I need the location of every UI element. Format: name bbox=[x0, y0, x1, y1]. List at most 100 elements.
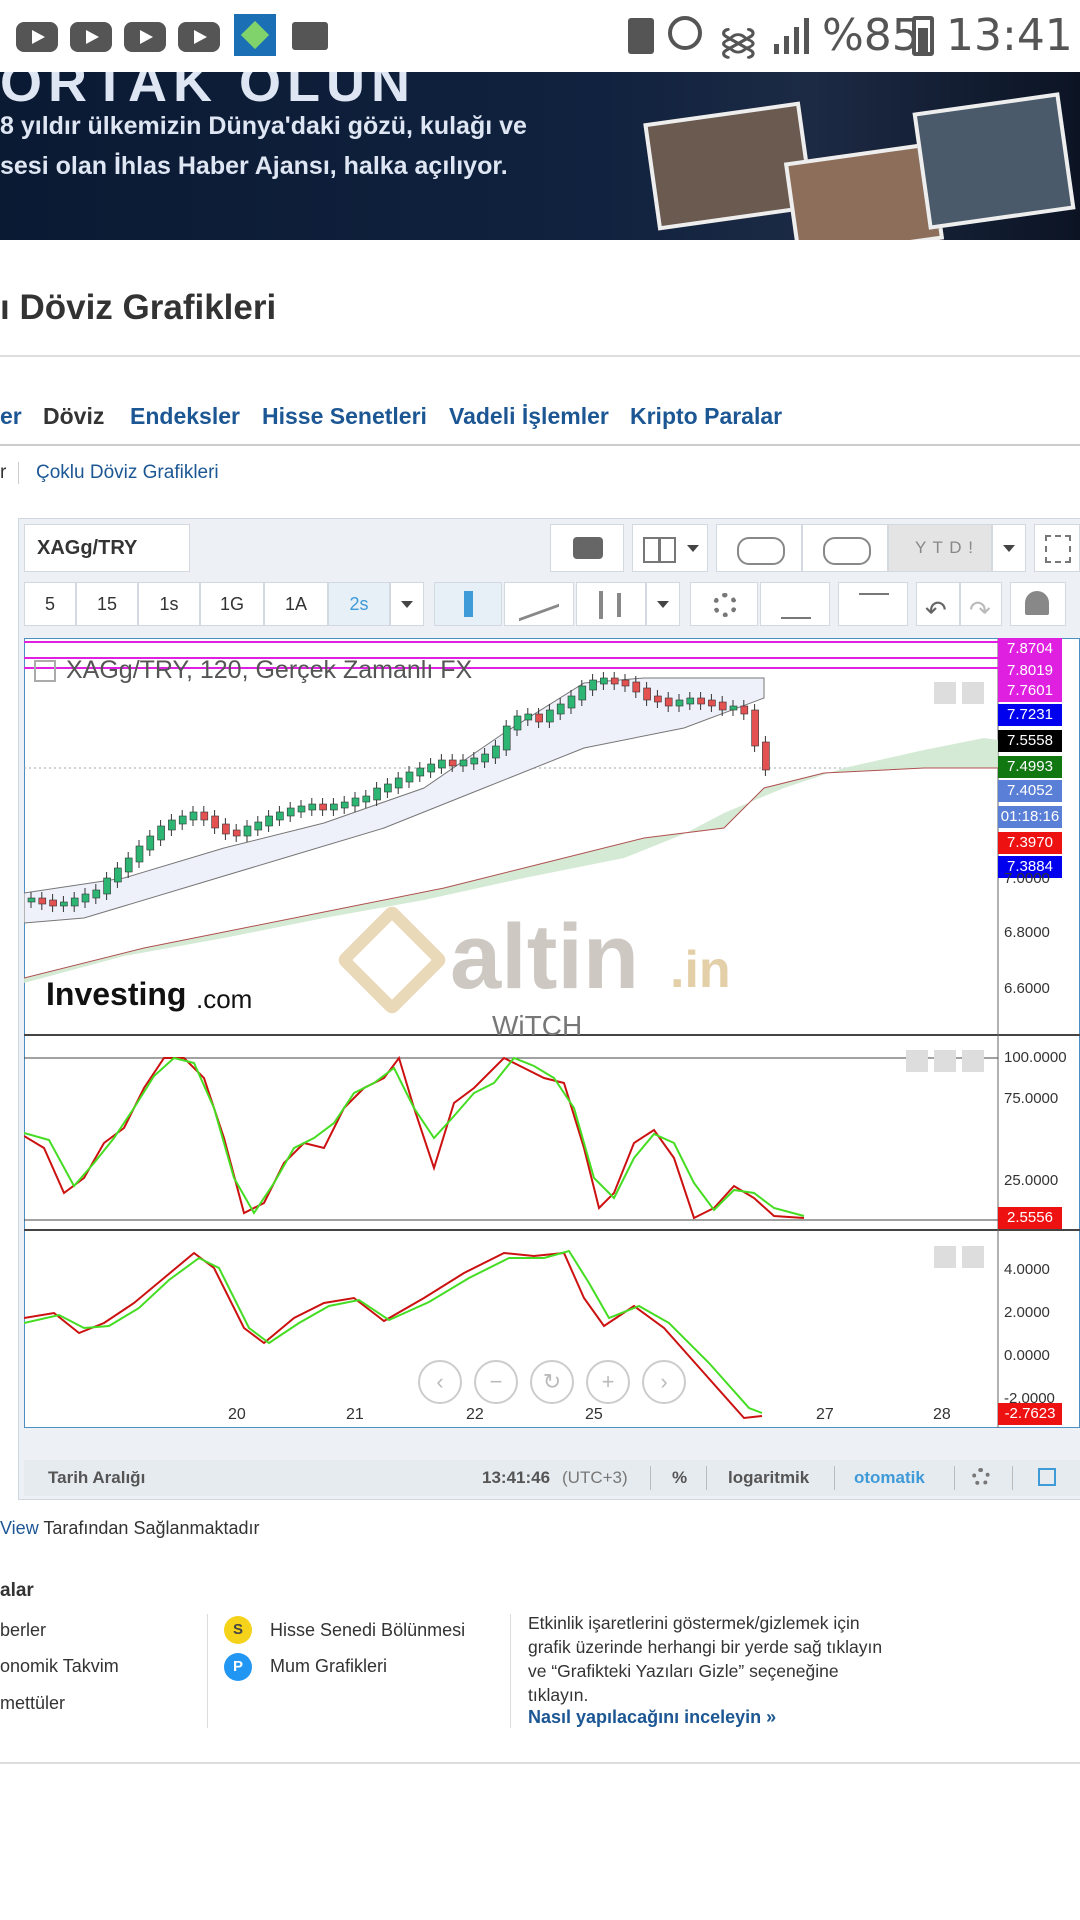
chevron-down-icon bbox=[1003, 545, 1015, 552]
candle bbox=[286, 807, 295, 817]
redo-button[interactable]: ↷ bbox=[960, 582, 1002, 626]
howto-link[interactable]: Nasıl yapılacağını inceleyin » bbox=[528, 1707, 776, 1728]
log-toggle[interactable]: logaritmik bbox=[728, 1468, 809, 1488]
divider bbox=[0, 444, 1080, 446]
gear-icon[interactable] bbox=[972, 1468, 990, 1486]
date-range-button[interactable]: Tarih Aralığı bbox=[48, 1468, 145, 1488]
banner-heading-fragment: ORTAK OLUN bbox=[0, 72, 416, 113]
info-text-line: grafik üzerinde herhangi bir yerde sağ t… bbox=[528, 1637, 883, 1657]
indicators-button[interactable] bbox=[760, 582, 830, 626]
legend-stock-split[interactable]: Hisse Senedi Bölünmesi bbox=[270, 1620, 465, 1641]
divider bbox=[0, 355, 1080, 357]
fullscreen-button[interactable] bbox=[1034, 524, 1080, 572]
settings-button[interactable] bbox=[690, 582, 758, 626]
interval-5[interactable]: 5 bbox=[24, 582, 76, 626]
wifi-icon: ᯼ bbox=[718, 19, 759, 63]
candle bbox=[92, 889, 101, 899]
pane-up-icon[interactable] bbox=[934, 1246, 956, 1268]
interval-1g[interactable]: 1G bbox=[200, 582, 264, 626]
divider bbox=[0, 1762, 1080, 1764]
subnav-prev-link[interactable]: r bbox=[0, 462, 6, 484]
interval-1a[interactable]: 1A bbox=[264, 582, 328, 626]
bollinger-band bbox=[24, 677, 765, 924]
candle bbox=[762, 741, 770, 771]
legend-economic-calendar[interactable]: onomik Takvim bbox=[0, 1656, 119, 1677]
candle bbox=[524, 713, 533, 721]
screenshot-button[interactable] bbox=[550, 524, 624, 572]
nav-tab-endeksler[interactable]: Endeksler bbox=[130, 403, 240, 430]
fullscreen-icon[interactable] bbox=[1038, 1468, 1056, 1486]
youtube-notification-icon bbox=[178, 22, 220, 52]
candle bbox=[340, 801, 349, 809]
nav-tab-hisse-senetleri[interactable]: Hisse Senetleri bbox=[262, 403, 427, 430]
candle bbox=[513, 715, 522, 731]
candle bbox=[297, 805, 306, 813]
ad-banner[interactable]: ORTAK OLUN 8 yıldır ülkemizin Dünya'daki… bbox=[0, 72, 1080, 240]
nav-tab-kripto-paralar[interactable]: Kripto Paralar bbox=[630, 403, 782, 430]
legend-dividends[interactable]: mettüler bbox=[0, 1693, 65, 1714]
legend-news[interactable]: berler bbox=[0, 1620, 46, 1641]
layout-button[interactable] bbox=[632, 524, 708, 572]
interval-dropdown[interactable] bbox=[390, 582, 424, 626]
scroll-right-icon[interactable]: › bbox=[642, 1360, 686, 1404]
chart-type-dropdown[interactable] bbox=[646, 582, 680, 626]
compare-button[interactable] bbox=[838, 582, 908, 626]
line-type-button[interactable] bbox=[504, 582, 574, 626]
ytd-button[interactable]: Y T D ! bbox=[888, 524, 992, 572]
subnav-multi-currency-link[interactable]: Çoklu Döviz Grafikleri bbox=[36, 462, 219, 484]
cloud-download-button[interactable] bbox=[716, 524, 802, 572]
info-text-line: Etkinlik işaretlerini göstermek/gizlemek… bbox=[528, 1613, 860, 1633]
clock: 13:41 bbox=[946, 10, 1073, 61]
x-axis-label: 27 bbox=[816, 1406, 834, 1423]
axis-label: 6.8000 bbox=[1004, 924, 1050, 941]
pane-down-icon[interactable] bbox=[934, 1050, 956, 1072]
candle bbox=[535, 713, 543, 723]
candle bbox=[643, 687, 651, 701]
interval-1s[interactable]: 1s bbox=[138, 582, 200, 626]
cloud-upload-button[interactable] bbox=[802, 524, 888, 572]
alert-button[interactable] bbox=[1010, 582, 1066, 626]
cloud-upload-icon bbox=[823, 537, 871, 565]
nav-tab-doviz[interactable]: Döviz bbox=[43, 403, 104, 430]
zoom-in-icon[interactable]: + bbox=[586, 1360, 630, 1404]
tradingview-link[interactable]: View bbox=[0, 1518, 39, 1538]
axis-label: 75.0000 bbox=[1004, 1090, 1059, 1107]
percent-toggle[interactable]: % bbox=[672, 1468, 687, 1488]
undo-button[interactable]: ↶ bbox=[916, 582, 960, 626]
reset-icon[interactable]: ↻ bbox=[530, 1360, 574, 1404]
candle bbox=[168, 819, 176, 831]
nav-tab-vadeli-islemler[interactable]: Vadeli İşlemler bbox=[449, 403, 609, 430]
legend-candlesticks[interactable]: Mum Grafikleri bbox=[270, 1656, 387, 1677]
price-label: 7.3970 bbox=[998, 832, 1062, 854]
symbol-box[interactable]: XAGg/TRY bbox=[24, 524, 190, 572]
pane-down-icon[interactable] bbox=[934, 682, 956, 704]
candle bbox=[729, 705, 738, 711]
interval-2s[interactable]: 2s bbox=[328, 582, 390, 626]
pane-close-icon[interactable] bbox=[962, 682, 984, 704]
ytd-dropdown-button[interactable] bbox=[992, 524, 1026, 572]
series-title: XAGg/TRY, 120, Gerçek Zamanlı FX bbox=[66, 656, 473, 684]
candle bbox=[578, 685, 587, 701]
interval-15[interactable]: 15 bbox=[76, 582, 138, 626]
candle bbox=[81, 893, 90, 903]
candle bbox=[351, 797, 360, 807]
timezone[interactable]: (UTC+3) bbox=[562, 1468, 628, 1488]
bar-type-button[interactable] bbox=[576, 582, 646, 626]
candle bbox=[600, 677, 608, 685]
pane-close-icon[interactable] bbox=[962, 1050, 984, 1072]
candle bbox=[546, 709, 554, 723]
candlestick-type-button[interactable] bbox=[434, 582, 502, 626]
candle bbox=[502, 725, 511, 751]
investing-logo: Investing bbox=[46, 976, 187, 1012]
split-marker-icon: S bbox=[224, 1616, 252, 1644]
zoom-out-icon[interactable]: − bbox=[474, 1360, 518, 1404]
candle-marker-icon: P bbox=[224, 1653, 252, 1681]
nav-tab-prev[interactable]: er bbox=[0, 403, 22, 430]
pane-up-icon[interactable] bbox=[906, 1050, 928, 1072]
series-checkbox[interactable] bbox=[34, 660, 56, 682]
candle bbox=[70, 897, 79, 907]
auto-toggle[interactable]: otomatik bbox=[854, 1468, 925, 1488]
price-label: 7.5558 bbox=[998, 730, 1062, 752]
pane-close-icon[interactable] bbox=[962, 1246, 984, 1268]
scroll-left-icon[interactable]: ‹ bbox=[418, 1360, 462, 1404]
